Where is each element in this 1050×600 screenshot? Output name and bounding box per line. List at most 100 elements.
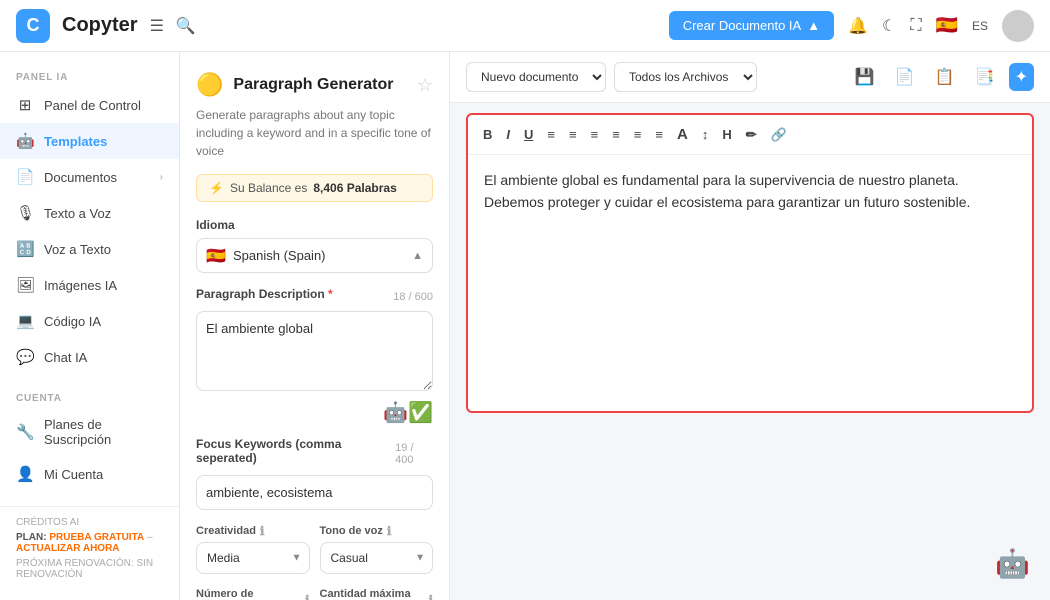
sidebar-item-panel-control[interactable]: ⊞ Panel de Control bbox=[0, 87, 179, 123]
settings-icon: 🔧 bbox=[16, 423, 34, 441]
sidebar-item-label: Planes de Suscripción bbox=[44, 417, 163, 447]
fullscreen-icon[interactable]: ⛶ bbox=[910, 17, 921, 35]
tool-icon: 🟡 bbox=[196, 72, 223, 98]
editor-toolbar: B I U ≡ ≡ ≡ ≡ ≡ ≡ A ↕ H ✏ bbox=[468, 115, 1032, 155]
creatividad-tono-row: Creatividad ℹ Media ▼ Tono de voz ℹ bbox=[196, 524, 433, 574]
cantidad-label: Cantidad máxima por resultado ℹ bbox=[320, 588, 434, 600]
creatividad-select-wrap: Media ▼ bbox=[196, 542, 310, 574]
plan-upgrade-button[interactable]: ACTUALIZAR AHORA bbox=[16, 543, 120, 554]
sidebar-item-label: Texto a Voz bbox=[44, 206, 111, 221]
crear-documento-button[interactable]: Crear Documento IA ▲ bbox=[669, 11, 834, 40]
language-flag: 🇪🇸 bbox=[936, 15, 958, 36]
justify-button[interactable]: ≡ bbox=[607, 124, 625, 145]
sidebar-section-cuenta: CUENTA bbox=[0, 383, 179, 408]
paragraph-char-count: 18 / 600 bbox=[393, 291, 433, 303]
sidebar-item-texto-voz[interactable]: 🎙 Texto a Voz bbox=[0, 195, 179, 231]
link-button[interactable]: 🔗 bbox=[766, 124, 792, 146]
sidebar-section-panel: PANEL IA bbox=[0, 62, 179, 87]
download-icon-button[interactable]: 📄 bbox=[889, 63, 921, 91]
idioma-select[interactable]: Spanish (Spain) bbox=[196, 238, 433, 273]
todos-archivos-select[interactable]: Todos los Archivos bbox=[614, 62, 757, 92]
sidebar-item-mi-cuenta[interactable]: 👤 Mi Cuenta bbox=[0, 456, 179, 492]
mic-icon: 🎙 bbox=[16, 204, 34, 222]
font-size-button[interactable]: A bbox=[672, 123, 693, 146]
pen-button[interactable]: ✏ bbox=[741, 124, 762, 146]
right-topbar: Nuevo documento Todos los Archivos 💾 📄 📋… bbox=[450, 52, 1050, 103]
focus-field-row: Focus Keywords (comma seperated) 19 / 40… bbox=[196, 437, 433, 471]
save-icon-button[interactable]: 💾 bbox=[849, 63, 881, 91]
user-icon: 👤 bbox=[16, 465, 34, 483]
chevron-up-icon: ▲ bbox=[807, 18, 820, 33]
num-results-label: Número de resultados ℹ bbox=[196, 588, 310, 600]
logo-name: Copyter bbox=[62, 14, 138, 37]
image-icon: 🖼 bbox=[16, 276, 34, 294]
required-star: * bbox=[328, 287, 333, 301]
nuevo-documento-select[interactable]: Nuevo documento bbox=[466, 62, 606, 92]
sidebar-item-codigo-ia[interactable]: 💻 Código IA bbox=[0, 303, 179, 339]
align-right-button[interactable]: ≡ bbox=[586, 124, 604, 145]
sidebar-section-creditos: CRÉDITOS AI bbox=[16, 517, 163, 528]
italic-button[interactable]: I bbox=[501, 124, 515, 145]
sidebar-item-templates[interactable]: 🤖 Templates bbox=[0, 123, 179, 159]
tono-field: Tono de voz ℹ Casual ▼ bbox=[320, 524, 434, 574]
ai-float-icon[interactable]: 🤖 bbox=[995, 547, 1030, 580]
balance-badge: ⚡ Su Balance es 8,406 Palabras bbox=[196, 174, 433, 202]
topnav-left: C Copyter ☰ 🔍 bbox=[16, 9, 196, 43]
tono-select[interactable]: Casual bbox=[320, 542, 434, 574]
right-panel-wrap: Nuevo documento Todos los Archivos 💾 📄 📋… bbox=[450, 52, 1050, 600]
tool-title: Paragraph Generator bbox=[233, 76, 393, 94]
sidebar-item-planes[interactable]: 🔧 Planes de Suscripción bbox=[0, 408, 179, 456]
plan-name[interactable]: PRUEBA GRATUITA bbox=[49, 532, 144, 543]
idioma-flag: 🇪🇸 bbox=[206, 246, 226, 266]
proxima-renovacion: PRÓXIMA RENOVACIÓN: SIN RENOVACIÓN bbox=[16, 558, 163, 580]
info-icon: ℹ bbox=[387, 524, 392, 538]
sidebar-item-label: Código IA bbox=[44, 314, 101, 329]
heading-button[interactable]: H bbox=[717, 124, 736, 145]
cantidad-field: Cantidad máxima por resultado ℹ bbox=[320, 588, 434, 600]
editor-container: B I U ≡ ≡ ≡ ≡ ≡ ≡ A ↕ H ✏ bbox=[450, 103, 1050, 600]
sidebar-item-label: Voz a Texto bbox=[44, 242, 111, 257]
notifications-icon[interactable]: 🔔 bbox=[848, 16, 868, 36]
results-row: Número de resultados ℹ Cantidad máxima p… bbox=[196, 588, 433, 600]
sidebar-item-documentos[interactable]: 📄 Documentos › bbox=[0, 159, 179, 195]
ai-assist-icon[interactable]: 🤖✅ bbox=[383, 400, 433, 425]
focus-keywords-input[interactable] bbox=[196, 475, 433, 510]
logo-icon: C bbox=[16, 9, 50, 43]
duplicate-icon-button[interactable]: 📑 bbox=[969, 63, 1001, 91]
paragraph-description-input[interactable]: El ambiente global bbox=[196, 311, 433, 391]
info-icon: ℹ bbox=[305, 593, 310, 600]
dark-mode-icon[interactable]: ☾ bbox=[882, 16, 896, 36]
align-center-button[interactable]: ≡ bbox=[564, 124, 582, 145]
unordered-list-button[interactable]: ≡ bbox=[650, 124, 668, 145]
sidebar-item-label: Panel de Control bbox=[44, 98, 141, 113]
sidebar-item-label: Documentos bbox=[44, 170, 117, 185]
ai-generate-button[interactable]: ✦ bbox=[1009, 63, 1034, 91]
right-panel: Nuevo documento Todos los Archivos 💾 📄 📋… bbox=[450, 52, 1050, 600]
hamburger-icon[interactable]: ☰ bbox=[150, 16, 164, 36]
language-label: ES bbox=[972, 19, 988, 33]
line-height-button[interactable]: ↕ bbox=[697, 124, 714, 145]
tool-panel: 🟡 Paragraph Generator ☆ Generate paragra… bbox=[180, 52, 450, 600]
tono-label: Tono de voz ℹ bbox=[320, 524, 434, 538]
favorite-star-icon[interactable]: ☆ bbox=[417, 75, 433, 96]
editor-content[interactable]: El ambiente global es fundamental para l… bbox=[468, 155, 1032, 228]
plan-label: PLAN: bbox=[16, 532, 47, 543]
avatar[interactable] bbox=[1002, 10, 1034, 42]
topnav: C Copyter ☰ 🔍 Crear Documento IA ▲ 🔔 ☾ ⛶… bbox=[0, 0, 1050, 52]
creatividad-select[interactable]: Media bbox=[196, 542, 310, 574]
underline-button[interactable]: U bbox=[519, 124, 538, 145]
sidebar-item-imagenes-ia[interactable]: 🖼 Imágenes IA bbox=[0, 267, 179, 303]
sidebar-item-voz-texto[interactable]: 🔠 Voz a Texto bbox=[0, 231, 179, 267]
document-icon: 📄 bbox=[16, 168, 34, 186]
idioma-label: Idioma bbox=[196, 218, 433, 232]
sidebar-bottom: CRÉDITOS AI PLAN: PRUEBA GRATUITA – ACTU… bbox=[0, 506, 179, 590]
align-left-button[interactable]: ≡ bbox=[542, 124, 560, 145]
sidebar-item-chat-ia[interactable]: 💬 Chat IA bbox=[0, 339, 179, 375]
search-icon[interactable]: 🔍 bbox=[176, 16, 196, 36]
creatividad-field: Creatividad ℹ Media ▼ bbox=[196, 524, 310, 574]
copy-icon-button[interactable]: 📋 bbox=[929, 63, 961, 91]
creatividad-label: Creatividad ℹ bbox=[196, 524, 310, 538]
bold-button[interactable]: B bbox=[478, 124, 497, 145]
chevron-down-icon: ▲ bbox=[412, 250, 423, 262]
ordered-list-button[interactable]: ≡ bbox=[629, 124, 647, 145]
